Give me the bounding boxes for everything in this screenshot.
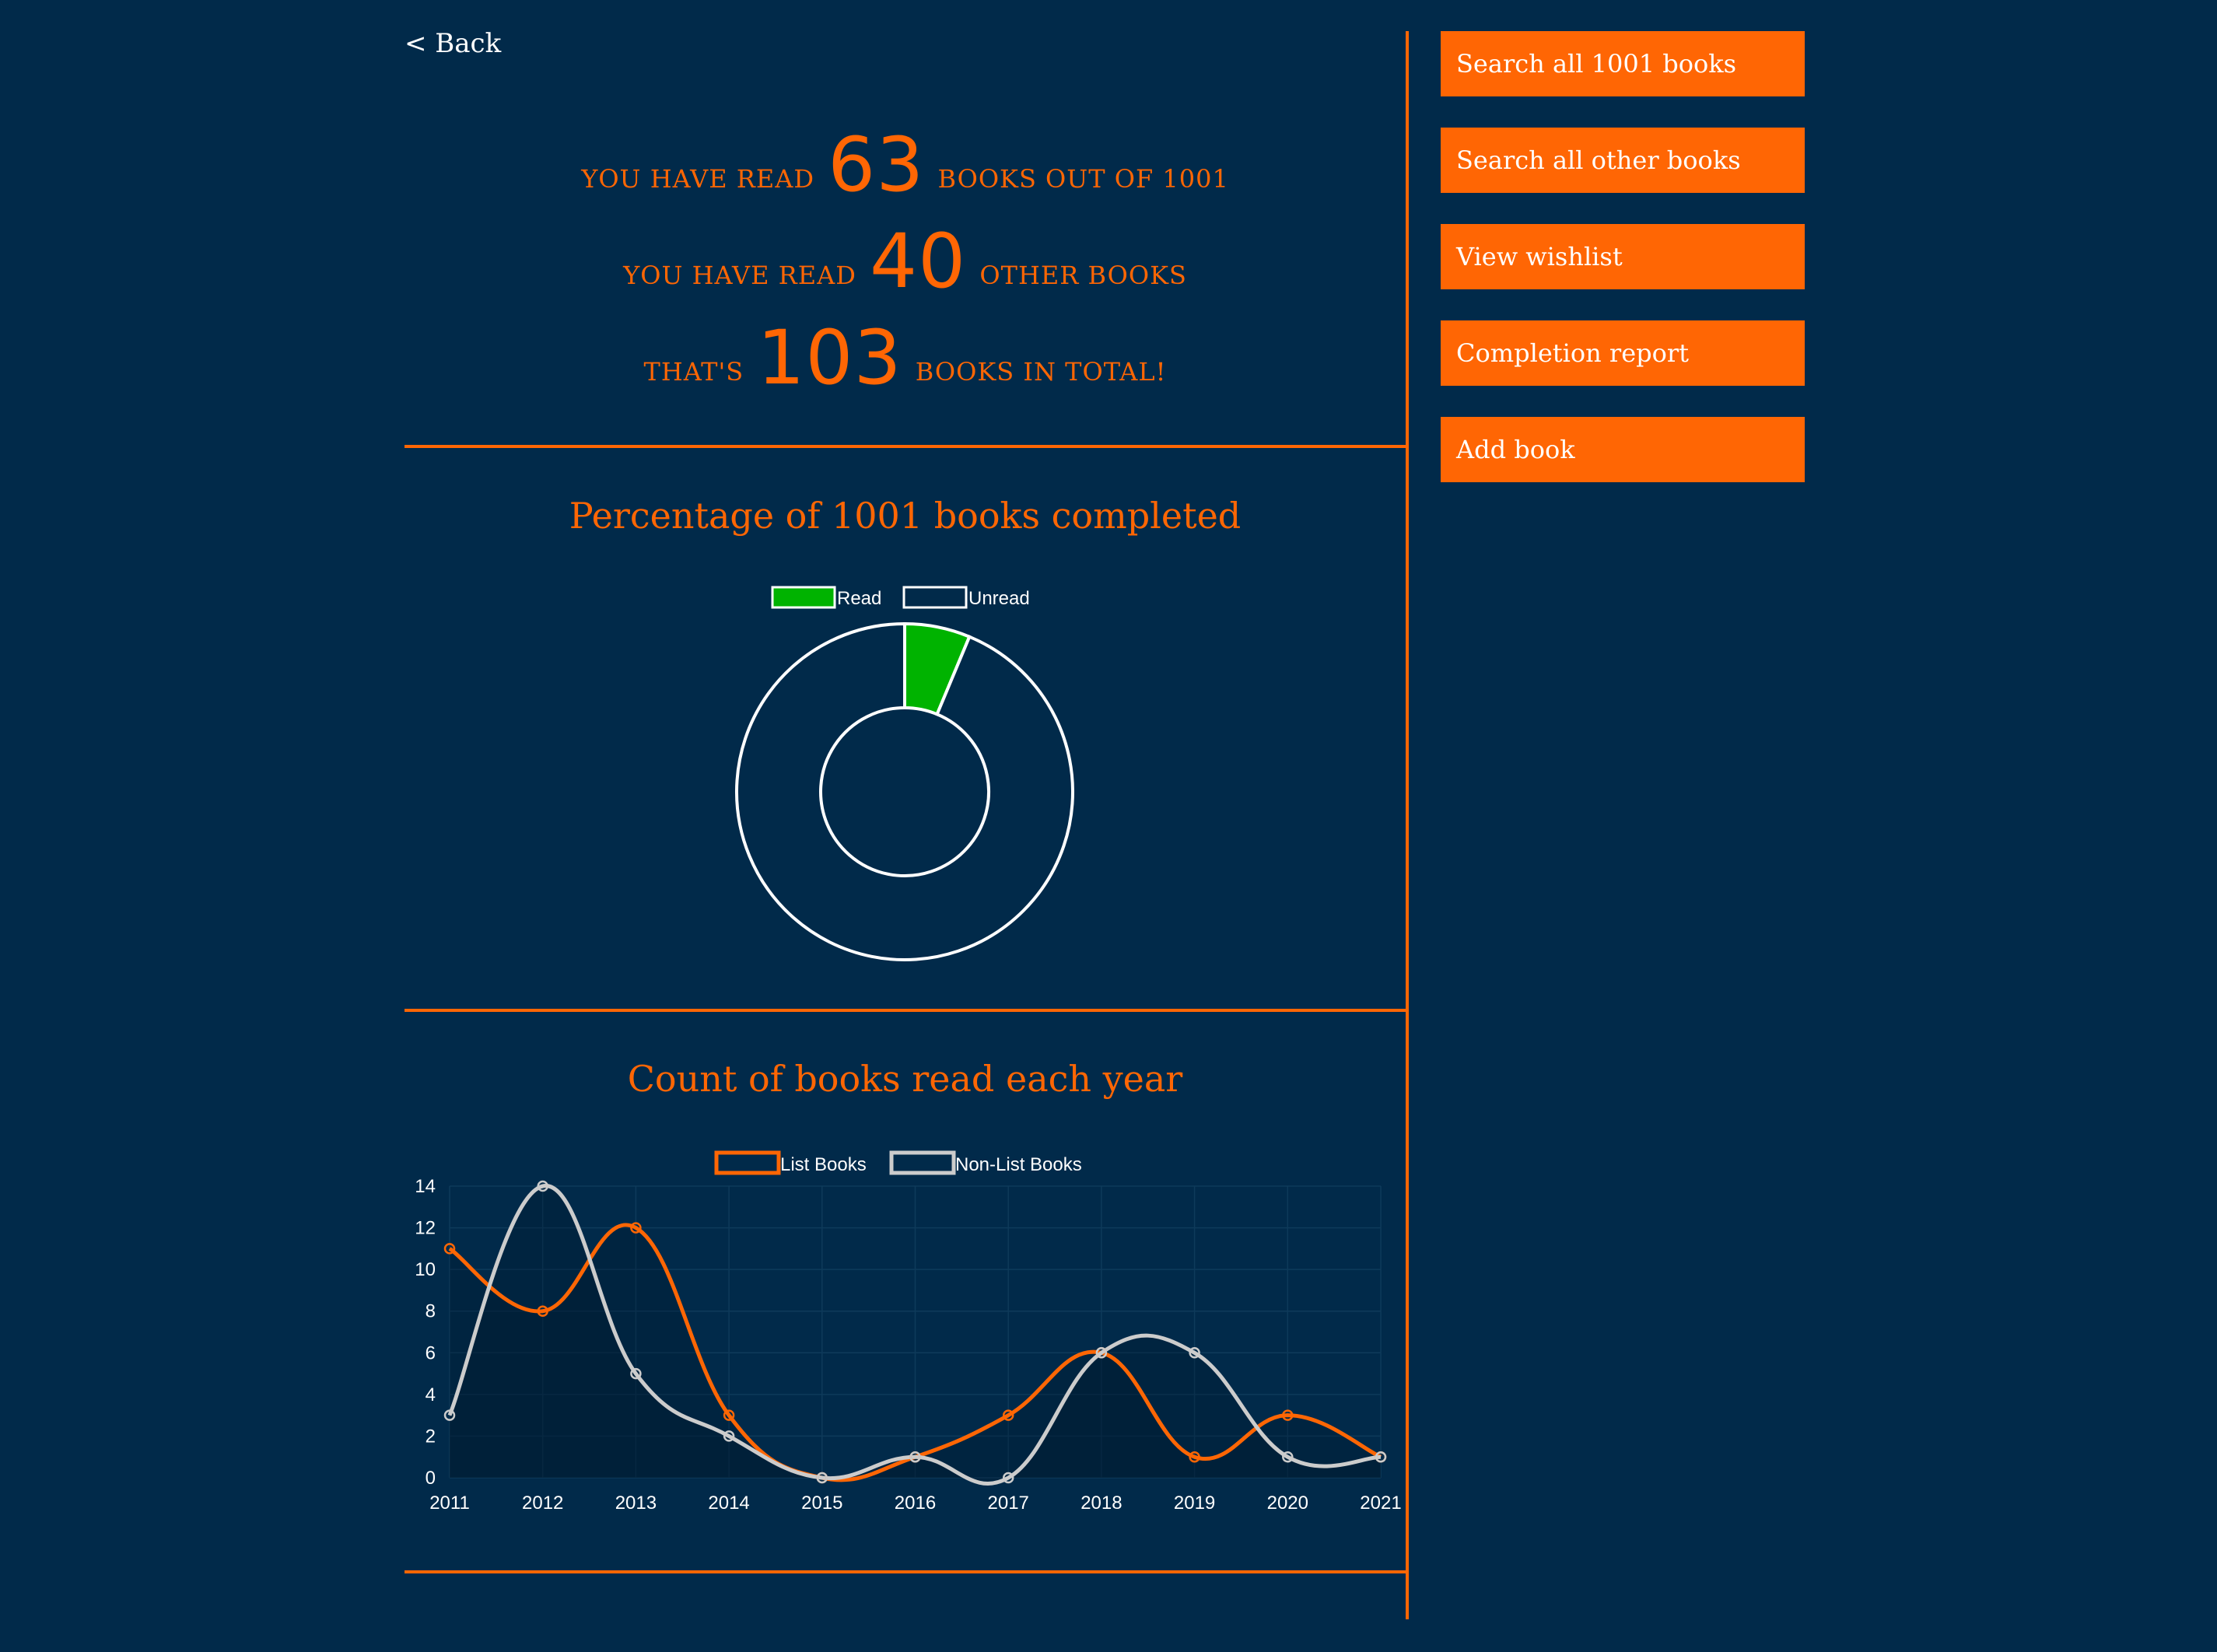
- x-tick-label: 2017: [988, 1493, 1029, 1514]
- donut-chart: Read Unread: [735, 586, 1074, 961]
- stat-suffix: BOOKS IN TOTAL!: [915, 357, 1167, 387]
- x-tick-label: 2020: [1267, 1493, 1308, 1514]
- line-chart-title: Count of books read each year: [627, 1058, 1183, 1100]
- total-books-count: 103: [757, 314, 902, 401]
- x-tick-label: 2018: [1080, 1493, 1122, 1514]
- other-books-count: 40: [870, 218, 967, 305]
- vertical-divider: [1406, 31, 1409, 1619]
- y-tick-label: 8: [426, 1301, 436, 1322]
- donut-chart-title: Percentage of 1001 books completed: [569, 495, 1242, 537]
- y-tick-label: 0: [426, 1468, 436, 1489]
- search-other-books-button[interactable]: Search all other books: [1441, 128, 1805, 193]
- completion-report-button[interactable]: Completion report: [1441, 320, 1805, 386]
- legend-label-read[interactable]: Read: [837, 588, 881, 609]
- legend-swatch-unread[interactable]: [902, 586, 968, 609]
- x-tick-label: 2011: [429, 1493, 470, 1514]
- search-1001-books-button[interactable]: Search all 1001 books: [1441, 31, 1805, 96]
- back-link[interactable]: < Back: [405, 28, 501, 59]
- line-chart: List Books Non-List Books 0 2 4 6 8 10 12 14 2011…: [415, 1150, 1402, 1514]
- legend-label-series-0[interactable]: List Books: [780, 1154, 867, 1175]
- stat-prefix: YOU HAVE READ: [623, 261, 856, 290]
- y-tick-label: 10: [415, 1259, 436, 1280]
- summary-other-books: YOU HAVE READ 40 OTHER BOOKS: [405, 213, 1406, 310]
- x-tick-label: 2013: [615, 1493, 657, 1514]
- y-tick-label: 6: [426, 1342, 436, 1363]
- y-tick-label: 2: [426, 1426, 436, 1447]
- legend-swatch-series-0[interactable]: [714, 1150, 781, 1175]
- list-books-count: 63: [828, 121, 925, 208]
- section-divider: [405, 1570, 1408, 1573]
- summary-stats: YOU HAVE READ 63 BOOKS OUT OF 1001 YOU H…: [405, 117, 1406, 406]
- x-tick-label: 2021: [1360, 1493, 1401, 1514]
- stat-prefix: THAT'S: [643, 357, 744, 387]
- x-tick-label: 2019: [1174, 1493, 1215, 1514]
- x-tick-label: 2016: [895, 1493, 936, 1514]
- x-tick-label: 2014: [708, 1493, 749, 1514]
- y-tick-label: 12: [415, 1218, 436, 1239]
- section-divider: [405, 1009, 1408, 1012]
- legend-label-unread[interactable]: Unread: [968, 588, 1030, 609]
- legend-label-series-1[interactable]: Non-List Books: [955, 1154, 1082, 1175]
- summary-total-books: THAT'S 103 BOOKS IN TOTAL!: [405, 310, 1406, 406]
- donut-slice-unread[interactable]: [735, 621, 1074, 961]
- view-wishlist-button[interactable]: View wishlist: [1441, 224, 1805, 289]
- summary-list-books: YOU HAVE READ 63 BOOKS OUT OF 1001: [405, 117, 1406, 213]
- stat-prefix: YOU HAVE READ: [581, 164, 814, 194]
- x-tick-label: 2015: [801, 1493, 842, 1514]
- sidebar: Search all 1001 books Search all other b…: [1441, 31, 1805, 513]
- y-tick-label: 4: [426, 1384, 436, 1405]
- legend-swatch-series-1[interactable]: [889, 1150, 956, 1175]
- y-tick-label: 14: [415, 1176, 436, 1197]
- legend-swatch-read[interactable]: [771, 586, 836, 609]
- add-book-button[interactable]: Add book: [1441, 417, 1805, 482]
- stat-suffix: BOOKS OUT OF 1001: [937, 164, 1229, 194]
- section-divider: [405, 445, 1408, 448]
- x-tick-label: 2012: [522, 1493, 563, 1514]
- stat-suffix: OTHER BOOKS: [979, 261, 1187, 290]
